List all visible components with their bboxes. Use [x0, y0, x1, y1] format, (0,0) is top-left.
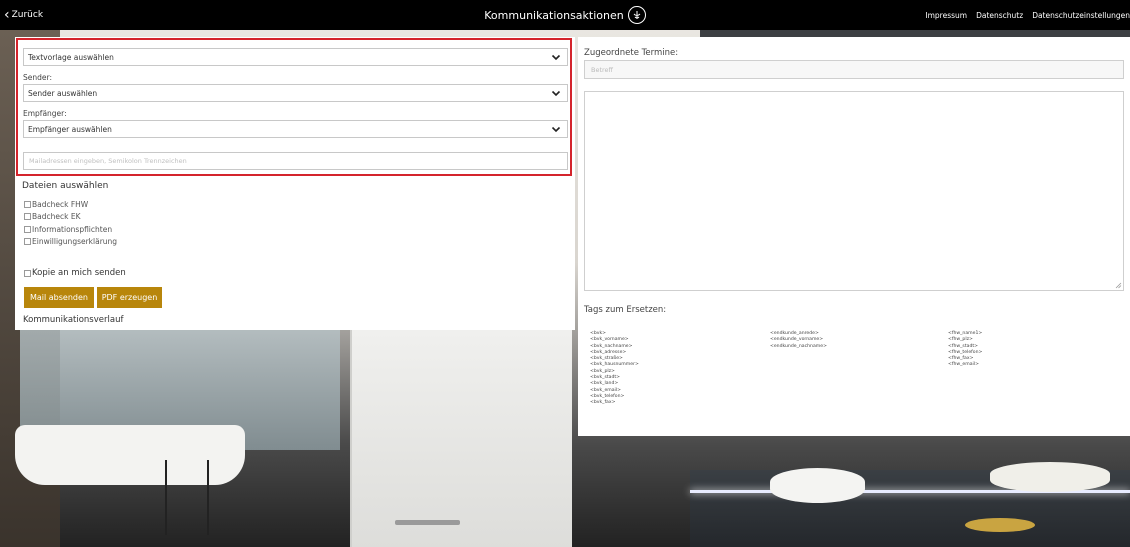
file-label: Badcheck FHW — [32, 200, 89, 209]
link-datenschutz[interactable]: Datenschutz — [976, 11, 1023, 20]
message-textarea[interactable] — [584, 91, 1124, 291]
file-checkbox-informationspflichten[interactable]: Informationspflichten — [24, 225, 112, 234]
files-title: Dateien auswählen — [22, 181, 109, 191]
back-button[interactable]: ‹ Zurück — [4, 0, 43, 30]
page-title: Kommunikationsaktionen — [484, 8, 624, 22]
file-label: Informationspflichten — [32, 225, 113, 234]
tag-item: <bvk_fax> — [590, 400, 616, 406]
checkbox[interactable] — [24, 238, 31, 245]
chevron-left-icon: ‹ — [4, 7, 10, 23]
file-label: Einwilligungserklärung — [32, 237, 118, 246]
copy-label: Kopie an mich senden — [32, 268, 126, 278]
sender-select-value: Sender auswählen — [28, 88, 98, 98]
copy-to-me-checkbox[interactable]: Kopie an mich senden — [24, 268, 126, 278]
checkbox[interactable] — [24, 269, 31, 277]
resize-handle-icon[interactable] — [1115, 282, 1122, 289]
link-impressum[interactable]: Impressum — [925, 11, 967, 20]
recipient-select[interactable]: Empfänger auswählen — [23, 120, 568, 138]
link-datenschutzeinstellungen[interactable]: Datenschutzeinstellungen — [1032, 11, 1130, 20]
file-checkbox-badcheck-ek[interactable]: Badcheck EK — [24, 212, 81, 221]
tags-title: Tags zum Ersetzen: — [584, 305, 667, 315]
email-input-placeholder: Mailadressen eingeben, Semikolon Trennze… — [29, 157, 187, 165]
send-mail-button[interactable]: Mail absenden — [24, 287, 94, 308]
appointments-panel: Zugeordnete Termine: Betreff Tags zum Er… — [578, 37, 1130, 436]
file-checkbox-einwilligungserklaerung[interactable]: Einwilligungserklärung — [24, 237, 117, 246]
appointments-label: Zugeordnete Termine: — [584, 48, 679, 58]
file-label: Badcheck EK — [32, 212, 81, 221]
tags-column-fhw: <fhw_name1> <fhw_plz> <fhw_stadt> <fhw_t… — [948, 331, 982, 369]
brand-logo-icon — [627, 6, 646, 24]
tag-item: <bvk_nachname> — [590, 343, 633, 349]
file-checkbox-badcheck-fhw[interactable]: Badcheck FHW — [24, 200, 88, 209]
checkbox[interactable] — [24, 213, 31, 220]
tag-item: <fhw_stadt> — [948, 343, 979, 349]
chevron-down-icon — [551, 126, 561, 133]
top-bar: ‹ Zurück Kommunikationsaktionen Impressu… — [0, 0, 1130, 30]
subject-input[interactable]: Betreff — [584, 60, 1124, 79]
template-select-value: Textvorlage auswählen — [28, 52, 114, 62]
create-pdf-button[interactable]: PDF erzeugen — [97, 287, 162, 308]
email-input[interactable]: Mailadressen eingeben, Semikolon Trennze… — [23, 152, 568, 170]
template-select[interactable]: Textvorlage auswählen — [23, 48, 568, 66]
top-links: Impressum Datenschutz Datenschutzeinstel… — [925, 0, 1130, 30]
checkbox[interactable] — [24, 226, 31, 233]
tag-item: <bvk_hausnummer> — [590, 362, 639, 368]
checkbox[interactable] — [24, 201, 31, 208]
tag-item: <endkunde_vorname> — [770, 337, 824, 343]
subject-placeholder: Betreff — [591, 65, 614, 74]
recipient-label: Empfänger: — [23, 109, 67, 118]
tags-column-endkunde: <endkunde_anrede> <endkunde_vorname> <en… — [770, 331, 827, 350]
tags-column-bvk: <bvk> <bvk_vorname> <bvk_nachname> <bvk_… — [590, 331, 639, 407]
sender-select[interactable]: Sender auswählen — [23, 84, 568, 102]
sender-label: Sender: — [23, 73, 52, 82]
chevron-down-icon — [551, 54, 561, 61]
history-label: Kommunikationsverlauf — [23, 315, 124, 325]
tag-item: <endkunde_nachname> — [770, 343, 827, 349]
mail-form-panel: Textvorlage auswählen Sender: Sender aus… — [15, 37, 575, 330]
recipient-select-value: Empfänger auswählen — [28, 124, 112, 134]
back-label: Zurück — [11, 10, 44, 20]
tag-item: <fhw_email> — [948, 362, 979, 368]
chevron-down-icon — [551, 90, 561, 97]
